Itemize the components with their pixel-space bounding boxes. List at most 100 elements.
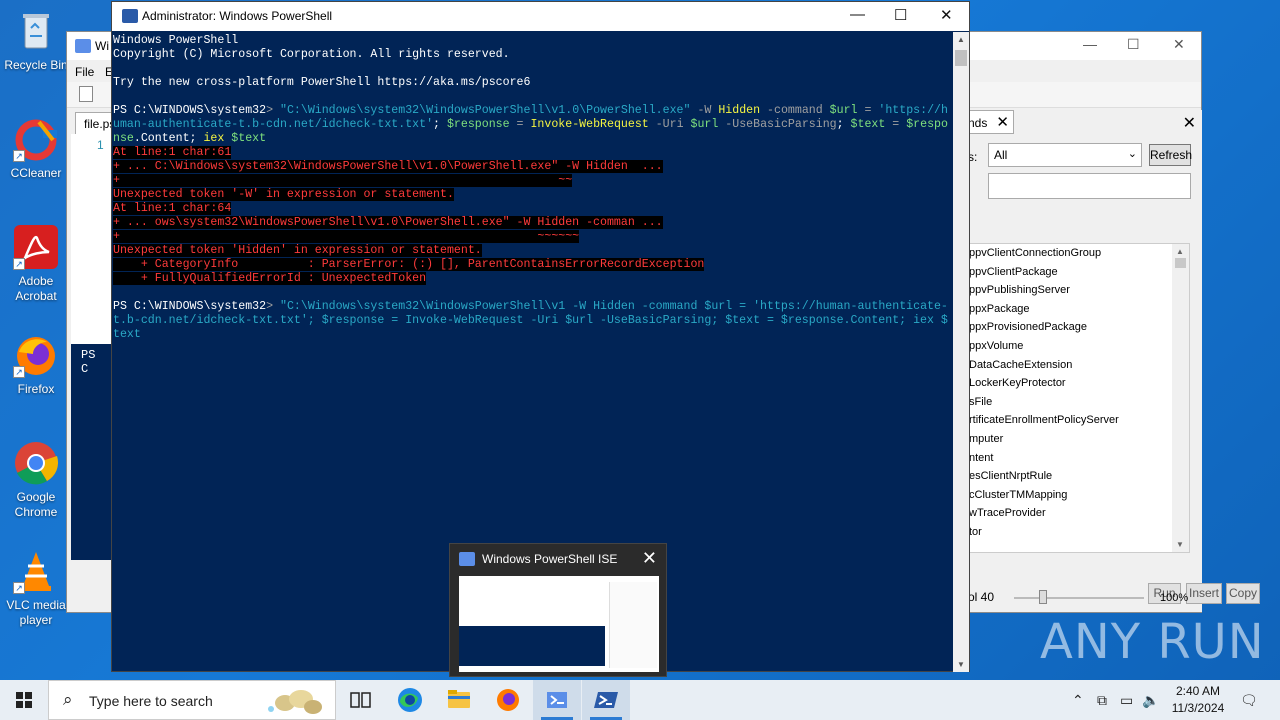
console-line: Try the new cross-platform PowerShell ht… <box>113 76 531 89</box>
ise-script-editor[interactable] <box>71 134 115 344</box>
console-command-line: text <box>113 328 954 342</box>
command-list-item[interactable]: tor <box>969 523 1189 542</box>
status-column: ol 40 <box>968 590 995 604</box>
console-command-line: PS C:\WINDOWS\system32> "C:\Windows\syst… <box>113 300 954 314</box>
shortcut-arrow-icon: ↗ <box>13 582 25 594</box>
command-list-item[interactable]: ppvClientPackage <box>969 263 1189 282</box>
thumbnail-commands-pane <box>609 582 657 668</box>
menu-file[interactable]: File <box>75 65 94 79</box>
command-list-item[interactable]: wTraceProvider <box>969 504 1189 523</box>
desktop-icon-adobe-acrobat[interactable]: ↗ Adobe Acrobat <box>4 224 68 304</box>
display-icon[interactable]: ▭ <box>1120 692 1133 709</box>
commands-tab[interactable]: nds ✕ <box>968 110 1014 134</box>
taskbar-thumbnail-preview[interactable]: Windows PowerShell ISE ✕ <box>449 543 667 677</box>
commands-tab-label: nds <box>968 116 988 130</box>
shortcut-arrow-icon: ↗ <box>13 366 25 378</box>
command-name-input[interactable] <box>988 173 1191 199</box>
copy-button[interactable]: Copy <box>1226 583 1260 604</box>
folder-icon <box>448 690 470 708</box>
desktop-icon-vlc[interactable]: ↗ VLC media player <box>4 548 68 628</box>
recycle-bin-icon <box>13 8 59 54</box>
insert-button[interactable]: Insert <box>1186 583 1222 604</box>
command-list-item[interactable]: sFile <box>969 393 1189 412</box>
desktop-icon-ccleaner[interactable]: ↗ CCleaner <box>4 116 68 181</box>
taskbar-firefox[interactable] <box>484 680 532 720</box>
desktop-icon-label: VLC media player <box>6 598 66 627</box>
desktop-icon-firefox[interactable]: ↗ Firefox <box>4 332 68 397</box>
preview-thumbnail[interactable] <box>459 576 659 672</box>
volume-icon[interactable]: 🔈 <box>1142 692 1159 709</box>
scroll-down-icon[interactable]: ▼ <box>957 660 965 669</box>
commands-scrollbar[interactable]: ▲ ▼ <box>1172 244 1189 552</box>
vlc-icon: ↗ <box>13 548 59 594</box>
network-icon[interactable]: ⧉ <box>1097 692 1107 709</box>
taskbar-clock[interactable]: 2:40 AM 11/3/2024 <box>1160 683 1236 717</box>
command-list-item[interactable]: esClientNrptRule <box>969 467 1189 486</box>
desktop-icon-google-chrome[interactable]: Google Chrome <box>4 440 68 520</box>
commands-tab-close-icon[interactable]: ✕ <box>996 113 1009 131</box>
command-list-item[interactable]: mputer <box>969 430 1189 449</box>
scrollbar-thumb[interactable] <box>955 50 967 66</box>
firefox-icon <box>497 689 519 711</box>
ise-minimize-button[interactable]: — <box>1083 36 1097 52</box>
token-member: .Content; <box>133 132 204 145</box>
scroll-down-icon[interactable]: ▼ <box>1176 540 1184 549</box>
ise-close-button[interactable]: ✕ <box>1173 36 1185 53</box>
start-button[interactable] <box>0 680 48 720</box>
command-list-item[interactable]: LockerKeyProtector <box>969 374 1189 393</box>
shortcut-arrow-icon: ↗ <box>13 258 25 270</box>
desktop-icon-recycle-bin[interactable]: Recycle Bin <box>4 8 68 73</box>
console-blank <box>113 286 954 300</box>
desktop-icon-label: Recycle Bin <box>4 58 68 72</box>
anyrun-watermark: ANY RUN <box>1040 614 1265 670</box>
taskbar-edge[interactable] <box>386 680 434 720</box>
command-list-item[interactable]: ppxVolume <box>969 337 1189 356</box>
taskbar-powershell[interactable] <box>582 680 630 720</box>
command-list-item[interactable]: ppvClientConnectionGroup <box>969 244 1189 263</box>
taskbar-powershell-ise[interactable] <box>533 680 581 720</box>
zoom-slider-track[interactable] <box>1014 597 1144 599</box>
token-string: text <box>113 328 141 341</box>
command-list-item[interactable]: ppxPackage <box>969 300 1189 319</box>
ise-console-pane[interactable]: PS C <box>71 344 115 560</box>
command-list-item[interactable]: ppxProvisionedPackage <box>969 318 1189 337</box>
command-list-item[interactable]: DataCacheExtension <box>969 356 1189 375</box>
ps-minimize-button[interactable]: — <box>850 6 865 23</box>
notifications-icon[interactable]: 🗨 <box>1240 692 1258 709</box>
zoom-slider-thumb[interactable] <box>1039 590 1047 604</box>
modules-select[interactable]: All ⌄ <box>988 143 1142 167</box>
ps-close-button[interactable]: ✕ <box>940 6 953 24</box>
firefox-icon: ↗ <box>13 332 59 378</box>
ise-maximize-button[interactable]: ☐ <box>1127 36 1140 53</box>
task-view-button[interactable] <box>336 680 384 720</box>
ps-maximize-button[interactable]: ☐ <box>894 6 907 24</box>
console-scrollbar[interactable]: ▲ ▼ <box>953 32 969 672</box>
scroll-up-icon[interactable]: ▲ <box>1176 247 1184 256</box>
console-command-line: t.b-cdn.net/idcheck-txt.txt'; $response … <box>113 314 954 328</box>
console-command-line: PS C:\WINDOWS\system32> "C:\Windows\syst… <box>113 104 954 118</box>
windows-logo-icon <box>16 692 32 708</box>
error-line: At line:1 char:61 <box>113 146 232 159</box>
taskbar-file-explorer[interactable] <box>435 680 483 720</box>
prompt: PS C:\WINDOWS\system32 <box>113 104 267 117</box>
error-line: + ... ows\system32\WindowsPowerShell\v1.… <box>113 216 663 229</box>
preview-close-icon[interactable]: ✕ <box>642 548 657 569</box>
scrollbar-thumb[interactable] <box>1175 258 1186 268</box>
console-command-line: uman-authenticate-t.b-cdn.net/idcheck-tx… <box>113 118 954 132</box>
command-list-item[interactable]: ntent <box>969 449 1189 468</box>
commands-pane-close-icon[interactable]: ✕ <box>1183 113 1196 133</box>
desktop-icon-label: Google Chrome <box>14 490 58 519</box>
chevron-up-icon[interactable]: ⌃ <box>1072 692 1084 709</box>
token-param: -Uri <box>648 118 691 131</box>
new-file-icon[interactable] <box>79 86 93 102</box>
command-list-item[interactable]: cClusterTMMapping <box>969 486 1189 505</box>
token-string: 'https://h <box>878 104 948 117</box>
refresh-button[interactable]: Refresh <box>1149 144 1192 166</box>
command-list-item[interactable]: rtificateEnrollmentPolicyServer <box>969 411 1189 430</box>
commands-list[interactable]: ppvClientConnectionGroup ppvClientPackage… <box>968 243 1190 553</box>
command-list-item[interactable]: ppvPublishingServer <box>969 281 1189 300</box>
ps-titlebar[interactable]: Administrator: Windows PowerShell — ☐ ✕ <box>112 2 969 31</box>
console-blank <box>113 62 954 76</box>
scroll-up-icon[interactable]: ▲ <box>957 35 965 44</box>
taskbar-search-box[interactable]: ⌕ Type here to search <box>48 680 336 720</box>
